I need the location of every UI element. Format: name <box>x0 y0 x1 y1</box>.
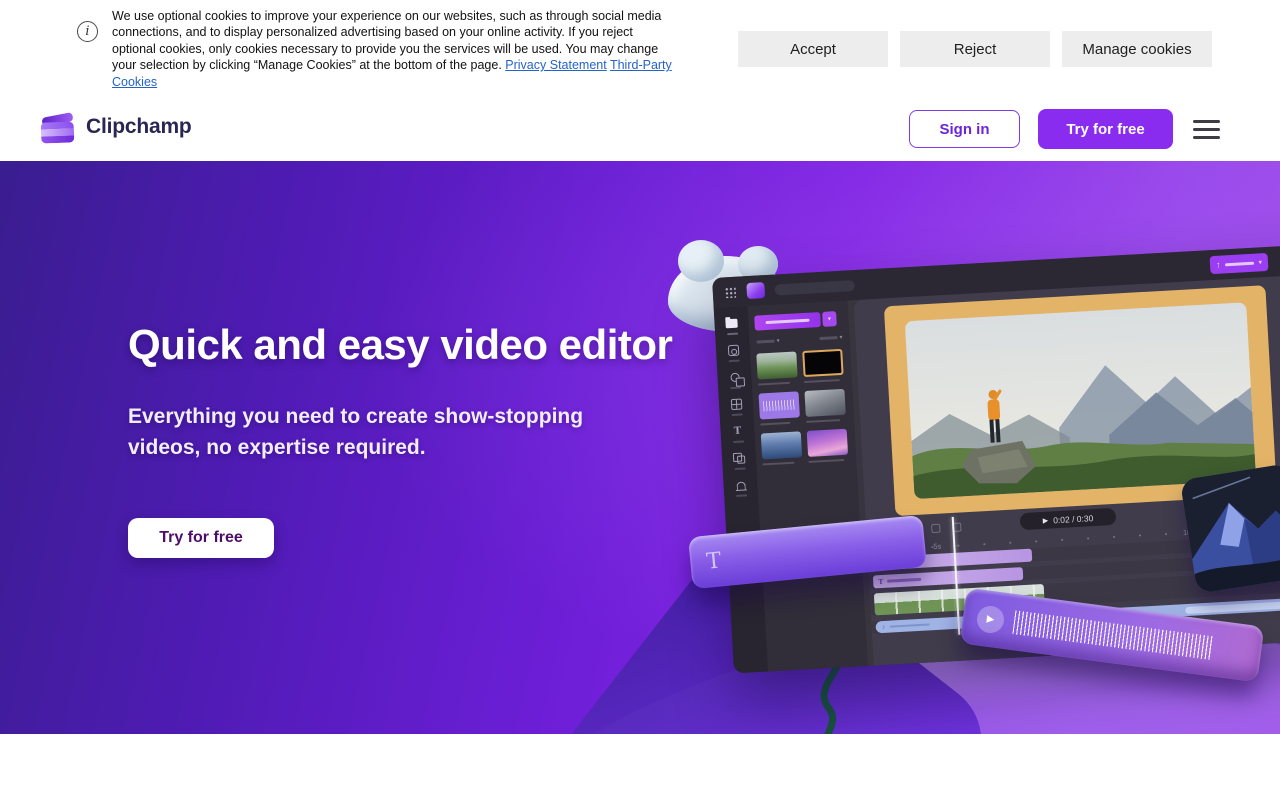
ruler-tick-5s: 5s <box>933 542 941 551</box>
sidebar-library-item <box>727 371 742 390</box>
sidebar-templates-item <box>729 397 744 416</box>
text-tool-letter: T <box>705 548 722 574</box>
clapperboard-icon <box>40 110 76 144</box>
hero-try-for-free-button[interactable]: Try for free <box>128 518 274 558</box>
thumbnail-gray-cliff <box>804 389 845 417</box>
export-button: ↑ ▾ <box>1210 253 1269 274</box>
thumbnail-audio-waveform <box>759 391 800 419</box>
hero-section: Quick and easy video editor Everything y… <box>0 161 1280 734</box>
page-bottom-spacer <box>0 734 1280 800</box>
brand-name: Clipchamp <box>86 115 192 139</box>
media-filter-row: ▾ ▾ <box>756 334 842 346</box>
thumbnail-blue-mountain <box>761 431 802 459</box>
playback-time: 0:02 / 0:30 <box>1053 513 1094 525</box>
notifications-bell-icon <box>736 481 745 489</box>
thumbnail-sunset-gradient <box>807 429 848 457</box>
header-try-for-free-button[interactable]: Try for free <box>1038 109 1173 149</box>
hero-copy: Quick and easy video editor Everything y… <box>128 321 672 558</box>
music-note-icon: ♪ <box>882 623 886 630</box>
cookie-banner: i We use optional cookies to improve you… <box>0 0 1280 97</box>
sidebar-notifications-item <box>733 478 748 497</box>
site-header: Clipchamp Sign in Try for free <box>0 97 1280 161</box>
media-folder-icon <box>725 319 737 329</box>
templates-grid-icon <box>730 399 742 411</box>
hero-title: Quick and easy video editor <box>128 321 672 369</box>
play-icon: ▶ <box>1043 516 1049 524</box>
text-tool-icon: T <box>734 426 742 437</box>
sort-dropdown: ▾ <box>819 334 842 342</box>
import-media-button <box>754 312 821 331</box>
clipchamp-logo[interactable]: Clipchamp <box>40 110 192 144</box>
sidebar-transitions-item <box>732 451 747 470</box>
floating-phone-3d <box>1180 463 1280 594</box>
media-thumbnails <box>756 349 851 474</box>
project-name-placeholder <box>774 280 854 295</box>
cookie-message: We use optional cookies to improve your … <box>112 8 678 90</box>
sidebar-text-item: T <box>730 424 745 443</box>
transitions-icon <box>733 452 746 464</box>
manage-cookies-button[interactable]: Manage cookies <box>1062 31 1212 67</box>
hero-subtitle: Everything you need to create show-stopp… <box>128 401 638 463</box>
sidebar-media-item <box>724 317 739 336</box>
record-camera-icon <box>727 345 739 357</box>
apps-waffle-icon <box>725 287 737 299</box>
audio-waveform <box>1012 610 1213 660</box>
accept-button[interactable]: Accept <box>738 31 888 67</box>
hamburger-menu-icon[interactable] <box>1193 112 1220 146</box>
info-icon: i <box>77 21 98 42</box>
privacy-statement-link[interactable]: Privacy Statement <box>505 58 606 72</box>
audio-play-icon: ▶ <box>975 604 1005 634</box>
import-dropdown-icon: ▾ <box>822 311 837 327</box>
cookie-actions: Accept Reject Manage cookies <box>738 31 1212 67</box>
thumbnail-mountain-valley <box>756 351 797 379</box>
sidebar-record-item <box>726 344 741 363</box>
content-library-icon <box>730 373 739 382</box>
sign-in-button[interactable]: Sign in <box>909 110 1020 148</box>
video-preview-scene <box>905 302 1256 499</box>
phone-mountain-scene <box>1180 463 1280 594</box>
reject-button[interactable]: Reject <box>900 31 1050 67</box>
delete-icon <box>931 524 940 533</box>
filter-dropdown: ▾ <box>756 337 779 345</box>
thumbnail-selected-black <box>802 349 843 377</box>
upload-arrow-icon: ↑ <box>1216 260 1221 270</box>
clipchamp-app-icon <box>746 282 765 299</box>
